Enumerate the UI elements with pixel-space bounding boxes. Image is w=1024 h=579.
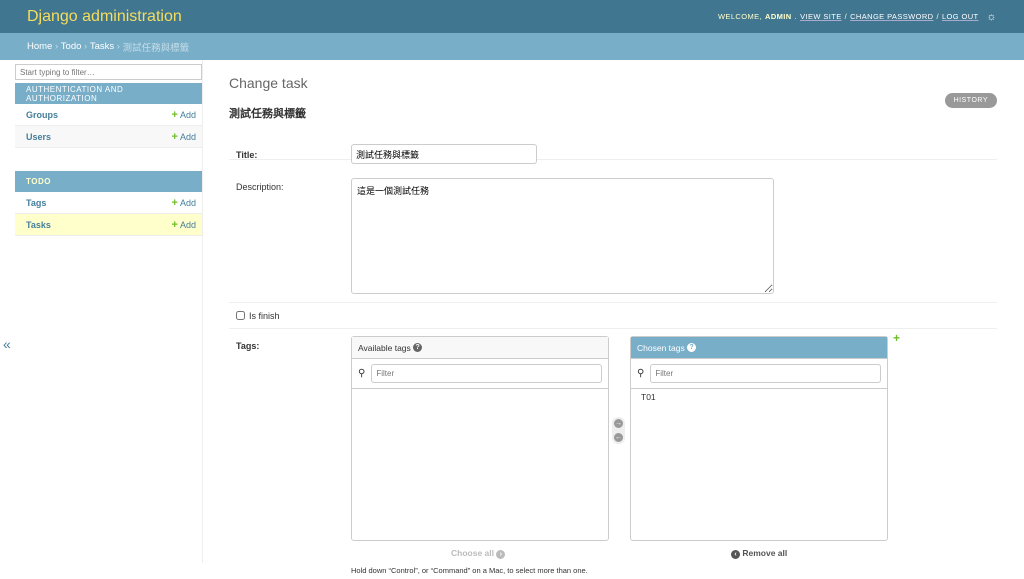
sidebar-item-tasks[interactable]: Tasks + Add — [15, 214, 202, 236]
chosen-tag-option[interactable]: T01 — [631, 389, 887, 405]
page-title: Change task — [229, 75, 308, 91]
sidebar: AUTHENTICATION AND AUTHORIZATION Groups +… — [15, 60, 203, 563]
choose-all-label: Choose all — [451, 548, 494, 558]
description-row: Description: 這是一個測試任務 — [229, 170, 997, 303]
is-finish-row: Is finish — [229, 303, 997, 329]
add-tasks-link[interactable]: + Add — [172, 219, 196, 231]
help-icon: ? — [413, 343, 423, 352]
sidebar-item-tags[interactable]: Tags + Add — [15, 192, 202, 214]
separator: / — [936, 12, 939, 21]
module-auth-caption[interactable]: AUTHENTICATION AND AUTHORIZATION — [15, 83, 202, 104]
description-label: Description: — [236, 182, 284, 192]
title-input[interactable] — [351, 144, 537, 164]
remove-selected-arrow-icon[interactable]: ← — [614, 433, 623, 442]
chosen-tags-caption: Chosen tags ? — [631, 337, 887, 359]
add-label: Add — [179, 197, 196, 208]
remove-all-label: Remove all — [742, 548, 788, 558]
header: Django administration WELCOME, ADMIN. VI… — [0, 0, 1024, 33]
content: Change task 測試任務與標籤 HISTORY Title: Descr… — [229, 60, 997, 579]
choose-all-link[interactable]: Choose all › — [451, 548, 506, 559]
add-groups-link[interactable]: + Add — [172, 109, 196, 121]
user-tools: WELCOME, ADMIN. VIEW SITE / CHANGE PASSWO… — [717, 10, 997, 23]
add-tag-plus-icon[interactable]: + — [893, 331, 900, 345]
tags-row: Tags: Available tags ? ⚲ → ← Chosen tags… — [229, 329, 997, 579]
arrow-right-icon: › — [496, 550, 506, 559]
nav-filter-input[interactable] — [15, 64, 202, 80]
plus-icon: + — [171, 196, 178, 209]
available-tags-box: Available tags ? ⚲ — [351, 336, 609, 541]
chosen-filter-input[interactable] — [650, 364, 881, 383]
sidebar-item-label[interactable]: Groups — [26, 110, 58, 120]
available-tags-caption: Available tags ? — [352, 337, 608, 359]
logout-link[interactable]: LOG OUT — [942, 12, 979, 21]
search-icon: ⚲ — [358, 368, 366, 379]
chosen-tags-title: Chosen tags — [637, 342, 685, 353]
chosen-tags-box: Chosen tags ? ⚲ T01 — [630, 336, 888, 541]
breadcrumb-todo[interactable]: Todo — [61, 41, 82, 52]
add-label: Add — [179, 219, 196, 230]
is-finish-checkbox[interactable] — [236, 311, 245, 320]
tags-label: Tags: — [236, 341, 260, 351]
arrow-left-icon: ‹ — [731, 550, 740, 559]
object-title: 測試任務與標籤 — [229, 108, 306, 120]
toggle-sidebar-button[interactable]: « — [3, 336, 11, 352]
sidebar-item-groups[interactable]: Groups + Add — [15, 104, 202, 126]
plus-icon: + — [171, 218, 178, 231]
sidebar-item-label[interactable]: Users — [26, 132, 51, 142]
help-icon: ? — [687, 343, 697, 352]
change-password-link[interactable]: CHANGE PASSWORD — [850, 12, 933, 21]
view-site-link[interactable]: VIEW SITE — [800, 12, 842, 21]
search-icon: ⚲ — [637, 368, 645, 379]
sidebar-item-label[interactable]: Tasks — [26, 220, 51, 230]
breadcrumb-home[interactable]: Home — [27, 41, 52, 52]
move-buttons: → ← — [612, 417, 625, 444]
is-finish-label[interactable]: Is finish — [249, 311, 280, 321]
username: ADMIN — [765, 12, 792, 21]
breadcrumb: Home › Todo › Tasks › 測試任務與標籤 — [0, 33, 1024, 60]
breadcrumb-current: 測試任務與標籤 — [122, 42, 190, 54]
plus-icon: + — [171, 130, 178, 143]
module-todo-caption[interactable]: TODO — [15, 171, 202, 192]
add-users-link[interactable]: + Add — [172, 131, 196, 143]
description-textarea[interactable]: 這是一個測試任務 — [351, 178, 774, 294]
help-text: Hold down “Control”, or “Command” on a M… — [351, 566, 588, 575]
site-brand[interactable]: Django administration — [27, 8, 182, 26]
available-tags-title: Available tags — [358, 342, 411, 353]
add-tags-link[interactable]: + Add — [172, 197, 196, 209]
add-label: Add — [179, 109, 196, 120]
title-row: Title: — [229, 133, 997, 164]
separator: / — [844, 12, 848, 21]
add-selected-arrow-icon[interactable]: → — [614, 419, 623, 428]
breadcrumb-tasks[interactable]: Tasks — [90, 41, 114, 52]
title-label: Title: — [236, 150, 258, 160]
sidebar-item-label[interactable]: Tags — [26, 198, 46, 208]
sidebar-item-users[interactable]: Users + Add — [15, 126, 202, 148]
remove-all-link[interactable]: ‹ Remove all — [731, 548, 787, 559]
available-filter-input[interactable] — [371, 364, 602, 383]
welcome-text: WELCOME, — [717, 12, 762, 21]
add-label: Add — [179, 131, 196, 142]
plus-icon: + — [171, 108, 178, 121]
history-button[interactable]: HISTORY — [944, 93, 997, 108]
theme-toggle-icon[interactable]: ☼ — [987, 11, 997, 23]
